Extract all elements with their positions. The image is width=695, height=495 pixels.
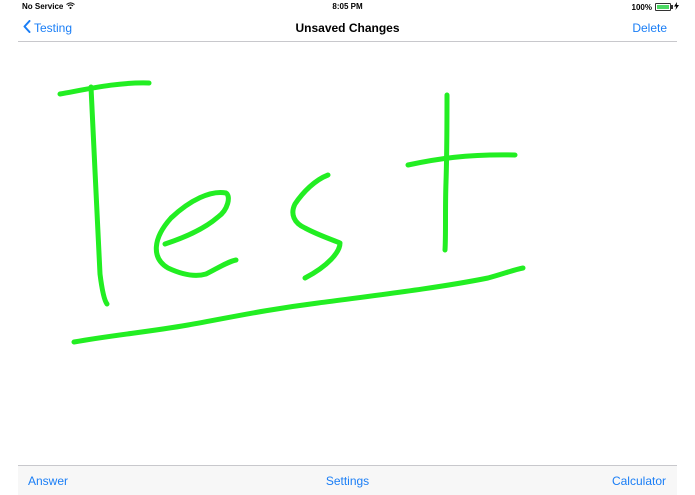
ink-stroke-t-stem [88, 84, 110, 307]
page-title: Unsaved Changes [295, 21, 400, 35]
ink-stroke-t-top [57, 80, 152, 97]
bolt-icon [674, 2, 679, 12]
navigation-bar: Testing Unsaved Changes Delete [18, 14, 677, 42]
delete-button[interactable]: Delete [632, 21, 667, 35]
bottom-toolbar: Answer Settings Calculator [18, 465, 677, 495]
ink-stroke-t2-stem [442, 92, 450, 253]
status-right: 100% [632, 2, 679, 12]
settings-button-wrapper: Settings [18, 474, 677, 488]
ink-stroke-underline [71, 265, 526, 345]
drawing-canvas[interactable] [18, 42, 677, 465]
battery-percent: 100% [631, 2, 652, 12]
status-bar: No Service 8:05 PM 100% [0, 0, 695, 14]
battery-fill [657, 5, 669, 9]
drawing-surface [57, 80, 526, 345]
ink-stroke-s [290, 172, 343, 281]
battery-icon [655, 3, 673, 11]
settings-button[interactable]: Settings [326, 474, 369, 488]
calculator-button[interactable]: Calculator [612, 474, 666, 488]
ink-stroke-t2-bar [405, 152, 518, 168]
status-time: 8:05 PM [332, 2, 363, 11]
ink-stroke-e [153, 189, 239, 278]
